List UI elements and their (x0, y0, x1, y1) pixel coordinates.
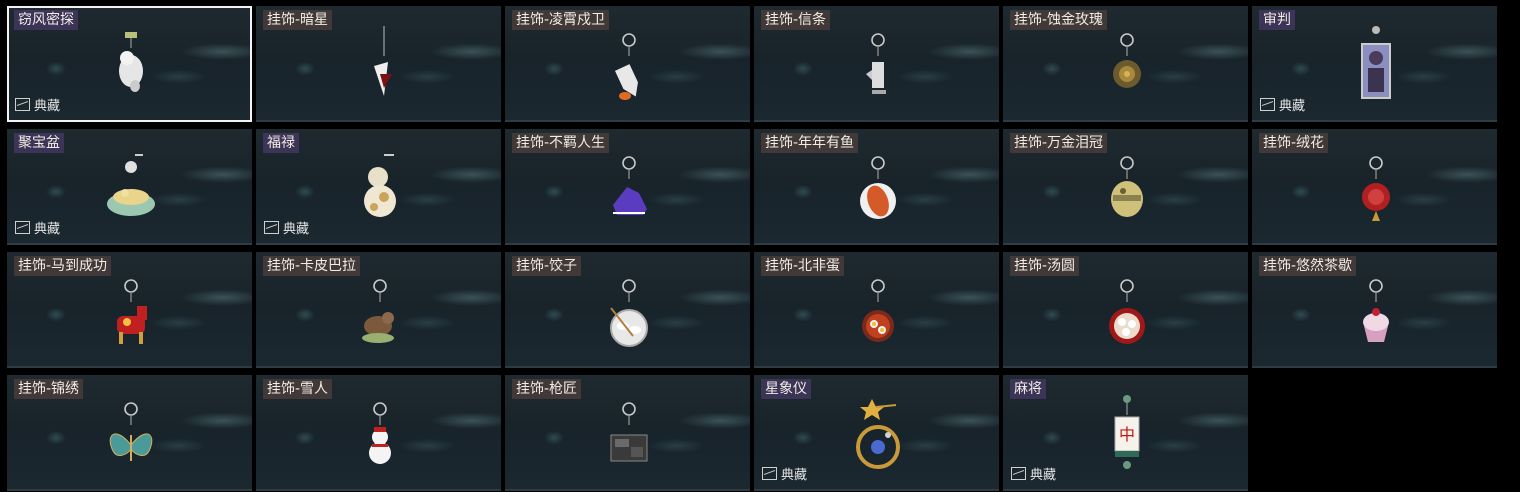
charm-card[interactable]: 挂饰-万金泪冠 (1003, 129, 1248, 245)
collection-badge-label: 典藏 (34, 99, 61, 114)
charm-card[interactable]: 挂饰-饺子 (505, 252, 750, 368)
charm-card[interactable]: 挂饰-暗星 (256, 6, 501, 122)
mahjong-tile-charm-icon: 中 (1101, 395, 1153, 475)
charm-name-label: 挂饰-信条 (761, 10, 831, 30)
fish-plate-charm-icon (852, 149, 904, 229)
charm-card[interactable]: 星象仪典藏 (754, 375, 999, 491)
rocket-charm-icon (603, 26, 655, 106)
charm-card[interactable]: 挂饰-蚀金玫瑰 (1003, 6, 1248, 122)
svg-text:中: 中 (1119, 425, 1135, 444)
charm-card[interactable]: 挂饰-马到成功 (7, 252, 252, 368)
horse-charm-icon (105, 272, 157, 352)
charm-card[interactable]: 聚宝盆典藏 (7, 129, 252, 245)
collection-badge-label: 典藏 (283, 222, 310, 237)
charm-name-label: 挂饰-万金泪冠 (1010, 133, 1108, 153)
collection-badge: 典藏 (15, 95, 60, 114)
charm-card[interactable]: 福禄典藏 (256, 129, 501, 245)
collection-badge-label: 典藏 (1030, 468, 1057, 483)
charm-card[interactable]: 挂饰-北非蛋 (754, 252, 999, 368)
butterfly-charm-icon (105, 395, 157, 475)
landscape-frame-icon (264, 221, 279, 234)
snowman-charm-icon (354, 395, 406, 475)
charm-name-label: 挂饰-汤圆 (1010, 256, 1080, 276)
dark-star-charm-icon (354, 26, 406, 106)
charm-card[interactable]: 挂饰-年年有鱼 (754, 129, 999, 245)
collection-badge: 典藏 (1260, 95, 1305, 114)
tangyuan-bowl-charm-icon (1101, 272, 1153, 352)
charm-card[interactable]: 麻将中典藏 (1003, 375, 1248, 491)
collection-badge-label: 典藏 (1279, 99, 1306, 114)
charm-name-label: 挂饰-雪人 (263, 379, 333, 399)
charm-name-label: 挂饰-北非蛋 (761, 256, 845, 276)
charm-card[interactable]: 挂饰-不羁人生 (505, 129, 750, 245)
charm-name-label: 聚宝盆 (14, 133, 64, 153)
landscape-frame-icon (1011, 467, 1026, 480)
charm-name-label: 挂饰-绒花 (1259, 133, 1329, 153)
charm-name-label: 挂饰-暗星 (263, 10, 333, 30)
landscape-frame-icon (15, 98, 30, 111)
charm-name-label: 挂饰-锦绣 (14, 379, 84, 399)
charm-name-label: 挂饰-不羁人生 (512, 133, 610, 153)
charm-card[interactable]: 挂饰-悠然茶歇 (1252, 252, 1497, 368)
shakshuka-pan-charm-icon (852, 272, 904, 352)
charm-card[interactable]: 挂饰-枪匠 (505, 375, 750, 491)
landscape-frame-icon (762, 467, 777, 480)
charm-name-label: 挂饰-枪匠 (512, 379, 582, 399)
charm-card[interactable]: 挂饰-卡皮巴拉 (256, 252, 501, 368)
collection-badge: 典藏 (762, 464, 807, 483)
charm-name-label: 挂饰-蚀金玫瑰 (1010, 10, 1108, 30)
charm-card[interactable]: 挂饰-锦绣 (7, 375, 252, 491)
creed-charm-icon (852, 26, 904, 106)
charm-name-label: 挂饰-卡皮巴拉 (263, 256, 361, 276)
charm-name-label: 挂饰-凌霄戍卫 (512, 10, 610, 30)
charm-grid: 窃风密探 典藏 挂饰-暗星 挂饰-凌霄戍卫 挂饰-信条 挂饰-蚀金玫瑰 审判 典藏 聚宝盆 典藏福… (7, 6, 1497, 491)
capybara-charm-icon (354, 272, 406, 352)
charm-name-label: 窃风密探 (14, 10, 78, 30)
collection-badge: 典藏 (1011, 464, 1056, 483)
collection-badge: 典藏 (264, 218, 309, 237)
landscape-frame-icon (1260, 98, 1275, 111)
orrery-charm-icon (852, 395, 904, 475)
charm-name-label: 麻将 (1010, 379, 1046, 399)
gold-crown-charm-icon (1101, 149, 1153, 229)
charm-name-label: 福禄 (263, 133, 299, 153)
charm-name-label: 审判 (1259, 10, 1295, 30)
collection-badge-label: 典藏 (781, 468, 808, 483)
charm-name-label: 星象仪 (761, 379, 811, 399)
gunsmith-box-charm-icon (603, 395, 655, 475)
sneaker-charm-icon (603, 149, 655, 229)
charm-card[interactable]: 挂饰-雪人 (256, 375, 501, 491)
gold-rose-charm-icon (1101, 26, 1153, 106)
cupcake-charm-icon (1350, 272, 1402, 352)
landscape-frame-icon (15, 221, 30, 234)
charm-name-label: 挂饰-年年有鱼 (761, 133, 859, 153)
charm-card[interactable]: 挂饰-凌霄戍卫 (505, 6, 750, 122)
charm-card[interactable]: 挂饰-绒花 (1252, 129, 1497, 245)
collection-badge: 典藏 (15, 218, 60, 237)
gourd-charm-icon (354, 149, 406, 229)
charm-card[interactable]: 挂饰-信条 (754, 6, 999, 122)
charm-name-label: 挂饰-马到成功 (14, 256, 112, 276)
charm-card[interactable]: 挂饰-汤圆 (1003, 252, 1248, 368)
dumpling-plate-charm-icon (603, 272, 655, 352)
charm-name-label: 挂饰-饺子 (512, 256, 582, 276)
rabbit-charm-icon (105, 26, 157, 106)
judgment-card-charm-icon (1350, 26, 1402, 106)
charm-card[interactable]: 审判典藏 (1252, 6, 1497, 122)
treasure-bowl-charm-icon (105, 149, 157, 229)
charm-card[interactable]: 窃风密探 典藏 (7, 6, 252, 122)
collection-badge-label: 典藏 (34, 222, 61, 237)
velvet-flower-charm-icon (1350, 149, 1402, 229)
charm-name-label: 挂饰-悠然茶歇 (1259, 256, 1357, 276)
